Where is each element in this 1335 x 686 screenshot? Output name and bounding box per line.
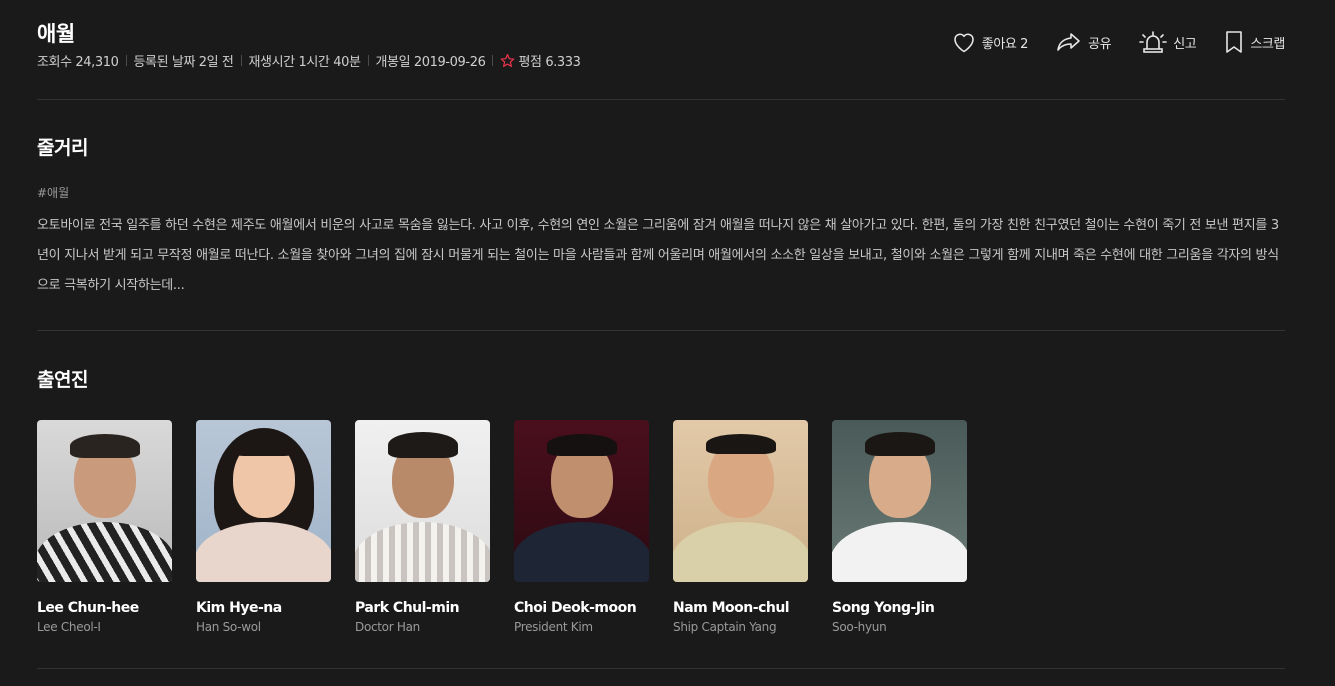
actor-name: Park Chul-min (355, 600, 460, 616)
cast-card[interactable]: Kim Hye-na Han So-wol (196, 420, 331, 634)
meta-divider (492, 55, 494, 66)
section-divider (37, 330, 1285, 331)
actor-photo (355, 420, 490, 582)
actor-name: Kim Hye-na (196, 600, 282, 616)
section-divider (37, 668, 1285, 669)
cast-card[interactable]: Song Yong-Jin Soo-hyun (832, 420, 967, 634)
meta-divider (367, 55, 369, 66)
star-icon (501, 53, 515, 67)
share-button[interactable]: 공유 (1056, 31, 1112, 53)
like-label: 좋아요 2 (981, 36, 1029, 52)
share-icon (1057, 33, 1080, 51)
actor-photo (37, 420, 172, 582)
meta-divider (125, 55, 127, 66)
actor-role: Doctor Han (355, 620, 420, 634)
movie-meta: 조회수 24,310 등록된 날짜 2일 전 재생시간 1시간 40분 개봉일 … (37, 51, 581, 70)
heart-icon (953, 33, 974, 53)
synopsis-text: 오토바이로 전국 일주를 하던 수현은 제주도 애월에서 비운의 사고로 목숨을… (37, 218, 1279, 293)
siren-icon (1139, 31, 1167, 53)
share-label: 공유 (1088, 36, 1112, 52)
cast-card[interactable]: Park Chul-min Doctor Han (355, 420, 490, 634)
report-label: 신고 (1173, 36, 1197, 52)
synopsis-hashtag[interactable]: #애월 (37, 184, 69, 201)
actor-name: Lee Chun-hee (37, 600, 139, 616)
registered-date: 등록된 날짜 2일 전 (133, 55, 234, 70)
actor-role: Soo-hyun (832, 620, 887, 634)
meta-divider (240, 55, 242, 66)
actor-role: President Kim (514, 620, 593, 634)
like-button[interactable]: 좋아요 2 (952, 31, 1028, 53)
actor-photo (673, 420, 808, 582)
movie-header: 애월 조회수 24,310 등록된 날짜 2일 전 재생시간 1시간 40분 개… (37, 18, 1285, 78)
release-date: 개봉일 2019-09-26 (375, 55, 486, 70)
report-button[interactable]: 신고 (1139, 31, 1197, 53)
actor-role: Lee Cheol-I (37, 620, 101, 634)
scrap-label: 스크랩 (1250, 36, 1285, 52)
section-divider (37, 99, 1285, 100)
movie-title: 애월 (37, 22, 75, 46)
view-count: 조회수 24,310 (37, 55, 119, 70)
rating: 평점 6.333 (500, 51, 581, 70)
cast-card[interactable]: Nam Moon-chul Ship Captain Yang (673, 420, 808, 634)
cast-card[interactable]: Choi Deok-moon President Kim (514, 420, 649, 634)
cast-card[interactable]: Lee Chun-hee Lee Cheol-I (37, 420, 172, 634)
synopsis-heading: 줄거리 (37, 137, 88, 159)
cast-heading: 출연진 (37, 369, 88, 391)
runtime: 재생시간 1시간 40분 (248, 55, 361, 70)
action-bar: 좋아요 2 공유 신고 스크랩 (924, 30, 1285, 54)
rating-value: 평점 6.333 (518, 55, 581, 70)
actor-role: Ship Captain Yang (673, 620, 777, 634)
actor-photo (514, 420, 649, 582)
actor-name: Nam Moon-chul (673, 600, 790, 616)
actor-name: Choi Deok-moon (514, 600, 637, 616)
bookmark-icon (1226, 31, 1243, 53)
scrap-button[interactable]: 스크랩 (1224, 30, 1285, 54)
actor-photo (832, 420, 967, 582)
actor-photo (196, 420, 331, 582)
actor-name: Song Yong-Jin (832, 600, 935, 616)
movie-detail-page: 애월 조회수 24,310 등록된 날짜 2일 전 재생시간 1시간 40분 개… (37, 0, 1285, 686)
cast-list: Lee Chun-hee Lee Cheol-I Kim Hye-na Han … (37, 420, 991, 634)
actor-role: Han So-wol (196, 620, 261, 634)
